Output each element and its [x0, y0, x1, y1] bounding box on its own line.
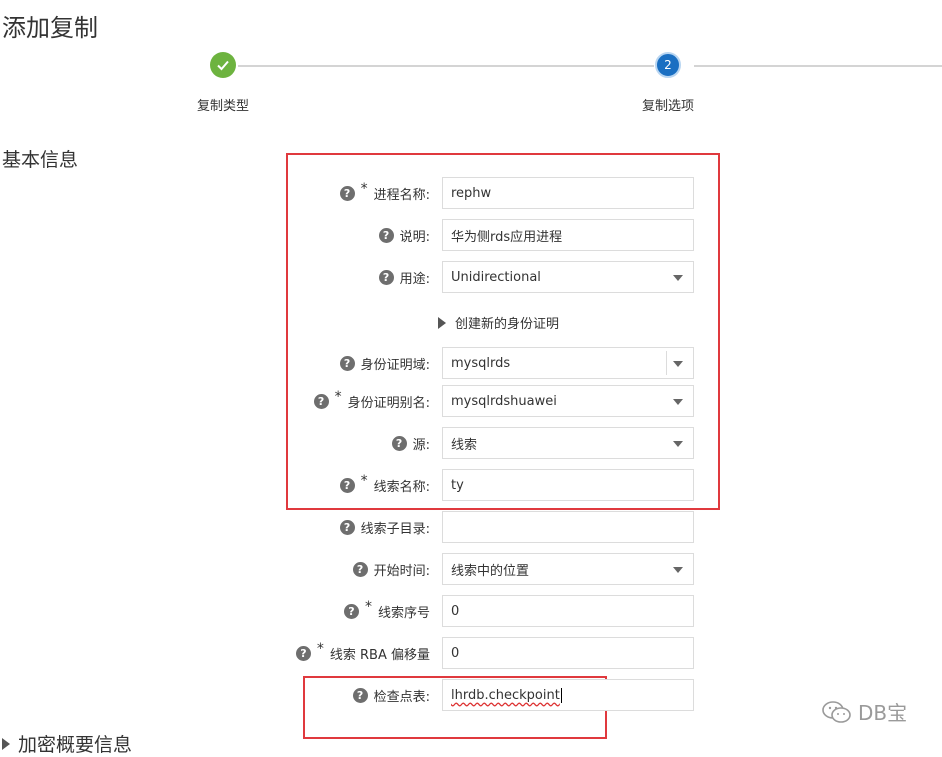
- encrypt-section-toggle[interactable]: 加密概要信息: [2, 730, 132, 757]
- step-2-label[interactable]: 复制选项: [608, 95, 728, 114]
- help-icon[interactable]: ?: [352, 561, 368, 577]
- form-row-trail-subdir: ? 线索子目录:: [290, 511, 694, 543]
- checkpoint-table-input[interactable]: lhrdb.checkpoint: [442, 679, 694, 711]
- help-icon[interactable]: ?: [339, 519, 355, 535]
- required-marker: *: [364, 599, 372, 615]
- description-input[interactable]: 华为侧rds应用进程: [442, 219, 694, 251]
- credential-domain-combobox[interactable]: mysqlrds: [442, 347, 694, 379]
- source-select[interactable]: 线索: [442, 427, 694, 459]
- help-icon[interactable]: ?: [378, 269, 394, 285]
- check-icon: [217, 60, 229, 71]
- form-row-source: ? 源: 线索: [290, 427, 694, 459]
- start-time-label: 开始时间:: [373, 563, 430, 579]
- chevron-down-icon: [673, 567, 683, 573]
- form-row-credential-alias: ? * 身份证明别名: mysqlrdshuawei: [290, 385, 694, 417]
- required-marker: *: [334, 389, 342, 405]
- help-icon[interactable]: ?: [378, 227, 394, 243]
- trail-seq-input[interactable]: 0: [442, 595, 694, 627]
- help-icon[interactable]: ?: [295, 645, 311, 661]
- trail-rba-label: 线索 RBA 偏移量: [329, 647, 430, 663]
- form-row-trail-rba: ? * 线索 RBA 偏移量 0: [290, 637, 694, 669]
- credential-alias-select[interactable]: mysqlrdshuawei: [442, 385, 694, 417]
- usage-value: Unidirectional: [451, 269, 541, 285]
- description-label: 说明:: [399, 229, 430, 245]
- form-row-start-time: ? 开始时间: 线索中的位置: [290, 553, 694, 585]
- required-marker: *: [316, 641, 324, 657]
- step-1-check-icon[interactable]: [210, 52, 236, 78]
- credential-domain-label: 身份证明域:: [360, 357, 430, 373]
- page-title: 添加复制: [2, 14, 98, 42]
- form-row-description: ? 说明: 华为侧rds应用进程: [290, 219, 694, 251]
- process-name-input[interactable]: rephw: [442, 177, 694, 209]
- usage-select[interactable]: Unidirectional: [442, 261, 694, 293]
- form-row-process-name: ? * 进程名称: rephw: [290, 177, 694, 209]
- credential-domain-value: mysqlrds: [451, 355, 511, 371]
- create-credential-label: 创建新的身份证明: [455, 317, 560, 332]
- source-value: 线索: [451, 437, 478, 453]
- help-icon[interactable]: ?: [313, 393, 329, 409]
- credential-alias-label: 身份证明别名:: [347, 395, 430, 411]
- checkpoint-table-value: lhrdb.checkpoint: [451, 687, 560, 703]
- expand-triangle-icon: [438, 316, 446, 329]
- step-connector: [238, 65, 654, 67]
- chevron-down-icon: [673, 275, 683, 281]
- form-row-credential-domain: ? 身份证明域: mysqlrds: [290, 347, 694, 379]
- create-credential-toggle[interactable]: 创建新的身份证明: [438, 313, 559, 332]
- required-marker: *: [360, 473, 368, 489]
- form-row-trail-seq: ? * 线索序号 0: [290, 595, 694, 627]
- start-time-select[interactable]: 线索中的位置: [442, 553, 694, 585]
- form-row-usage: ? 用途: Unidirectional: [290, 261, 694, 293]
- step-connector-tail: [694, 65, 942, 67]
- usage-label: 用途:: [399, 271, 430, 287]
- form-row-checkpoint-table: ? 检查点表: lhrdb.checkpoint: [290, 679, 694, 711]
- trail-subdir-input[interactable]: [442, 511, 694, 543]
- chevron-down-icon: [673, 441, 683, 447]
- step-1-label[interactable]: 复制类型: [163, 95, 283, 114]
- expand-triangle-icon: [2, 737, 10, 750]
- form-row-trail-name: ? * 线索名称: ty: [290, 469, 694, 501]
- watermark-text: DB宝: [858, 701, 908, 725]
- help-icon[interactable]: ?: [339, 185, 355, 201]
- help-icon[interactable]: ?: [339, 355, 355, 371]
- wechat-icon: [822, 700, 851, 723]
- help-icon[interactable]: ?: [391, 435, 407, 451]
- help-icon[interactable]: ?: [343, 603, 359, 619]
- help-icon[interactable]: ?: [352, 687, 368, 703]
- chevron-down-icon: [673, 399, 683, 405]
- start-time-value: 线索中的位置: [451, 563, 530, 579]
- step-2-number[interactable]: 2: [655, 52, 681, 78]
- trail-seq-label: 线索序号: [377, 605, 430, 621]
- credential-alias-value: mysqlrdshuawei: [451, 393, 557, 409]
- required-marker: *: [360, 181, 368, 197]
- text-cursor: [560, 687, 562, 703]
- trail-name-label: 线索名称:: [373, 479, 430, 495]
- chevron-down-icon[interactable]: [673, 361, 683, 367]
- checkpoint-table-label: 检查点表:: [373, 689, 430, 705]
- encrypt-section-label: 加密概要信息: [18, 734, 133, 756]
- section-title-basic-info: 基本信息: [2, 149, 79, 171]
- process-name-label: 进程名称:: [373, 187, 430, 203]
- source-label: 源:: [412, 437, 430, 453]
- trail-rba-input[interactable]: 0: [442, 637, 694, 669]
- trail-subdir-label: 线索子目录:: [360, 521, 430, 537]
- help-icon[interactable]: ?: [339, 477, 355, 493]
- watermark: DB宝: [822, 697, 907, 726]
- trail-name-input[interactable]: ty: [442, 469, 694, 501]
